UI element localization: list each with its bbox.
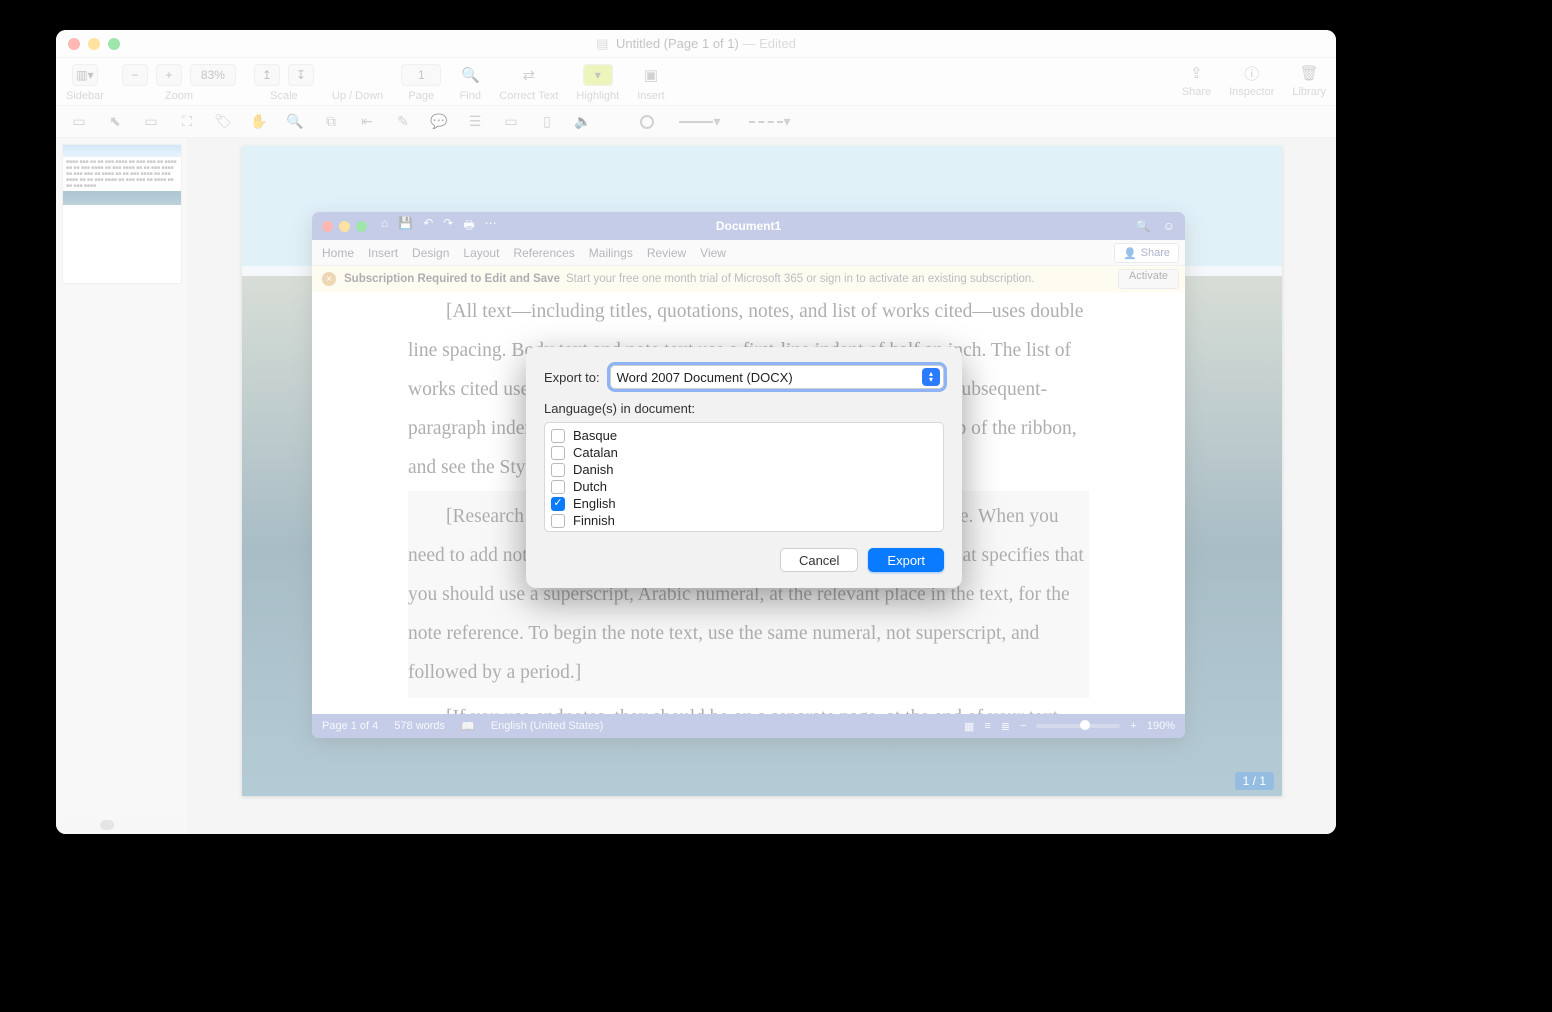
export-button[interactable]: Export xyxy=(868,548,944,572)
lang-label: Dutch xyxy=(573,479,607,494)
cancel-button[interactable]: Cancel xyxy=(780,548,858,572)
lang-item-danish[interactable]: Danish xyxy=(551,461,937,478)
lang-item-english[interactable]: English xyxy=(551,495,937,512)
checkbox-catalan[interactable] xyxy=(551,446,565,460)
lang-label: Danish xyxy=(573,462,613,477)
checkbox-danish[interactable] xyxy=(551,463,565,477)
export-dialog: Export to: Word 2007 Document (DOCX) ▴▾ … xyxy=(526,347,962,588)
export-format-value: Word 2007 Document (DOCX) xyxy=(617,370,793,385)
lang-label: English xyxy=(573,496,616,511)
checkbox-finnish[interactable] xyxy=(551,514,565,528)
lang-label: Catalan xyxy=(573,445,618,460)
lang-item-dutch[interactable]: Dutch xyxy=(551,478,937,495)
export-to-label: Export to: xyxy=(544,370,600,385)
lang-item-basque[interactable]: Basque xyxy=(551,427,937,444)
checkbox-basque[interactable] xyxy=(551,429,565,443)
checkbox-dutch[interactable] xyxy=(551,480,565,494)
languages-list[interactable]: Basque Catalan Danish Dutch English Finn… xyxy=(544,422,944,532)
chevron-updown-icon: ▴▾ xyxy=(922,368,940,386)
lang-item-catalan[interactable]: Catalan xyxy=(551,444,937,461)
lang-label: Finnish xyxy=(573,513,615,528)
export-format-select[interactable]: Word 2007 Document (DOCX) ▴▾ xyxy=(610,365,944,389)
checkbox-english[interactable] xyxy=(551,497,565,511)
languages-label: Language(s) in document: xyxy=(544,401,944,416)
lang-label: Basque xyxy=(573,428,617,443)
app-window: ▤ Untitled (Page 1 of 1) — Edited ▥▾ Sid… xyxy=(56,30,1336,834)
lang-item-finnish[interactable]: Finnish xyxy=(551,512,937,529)
